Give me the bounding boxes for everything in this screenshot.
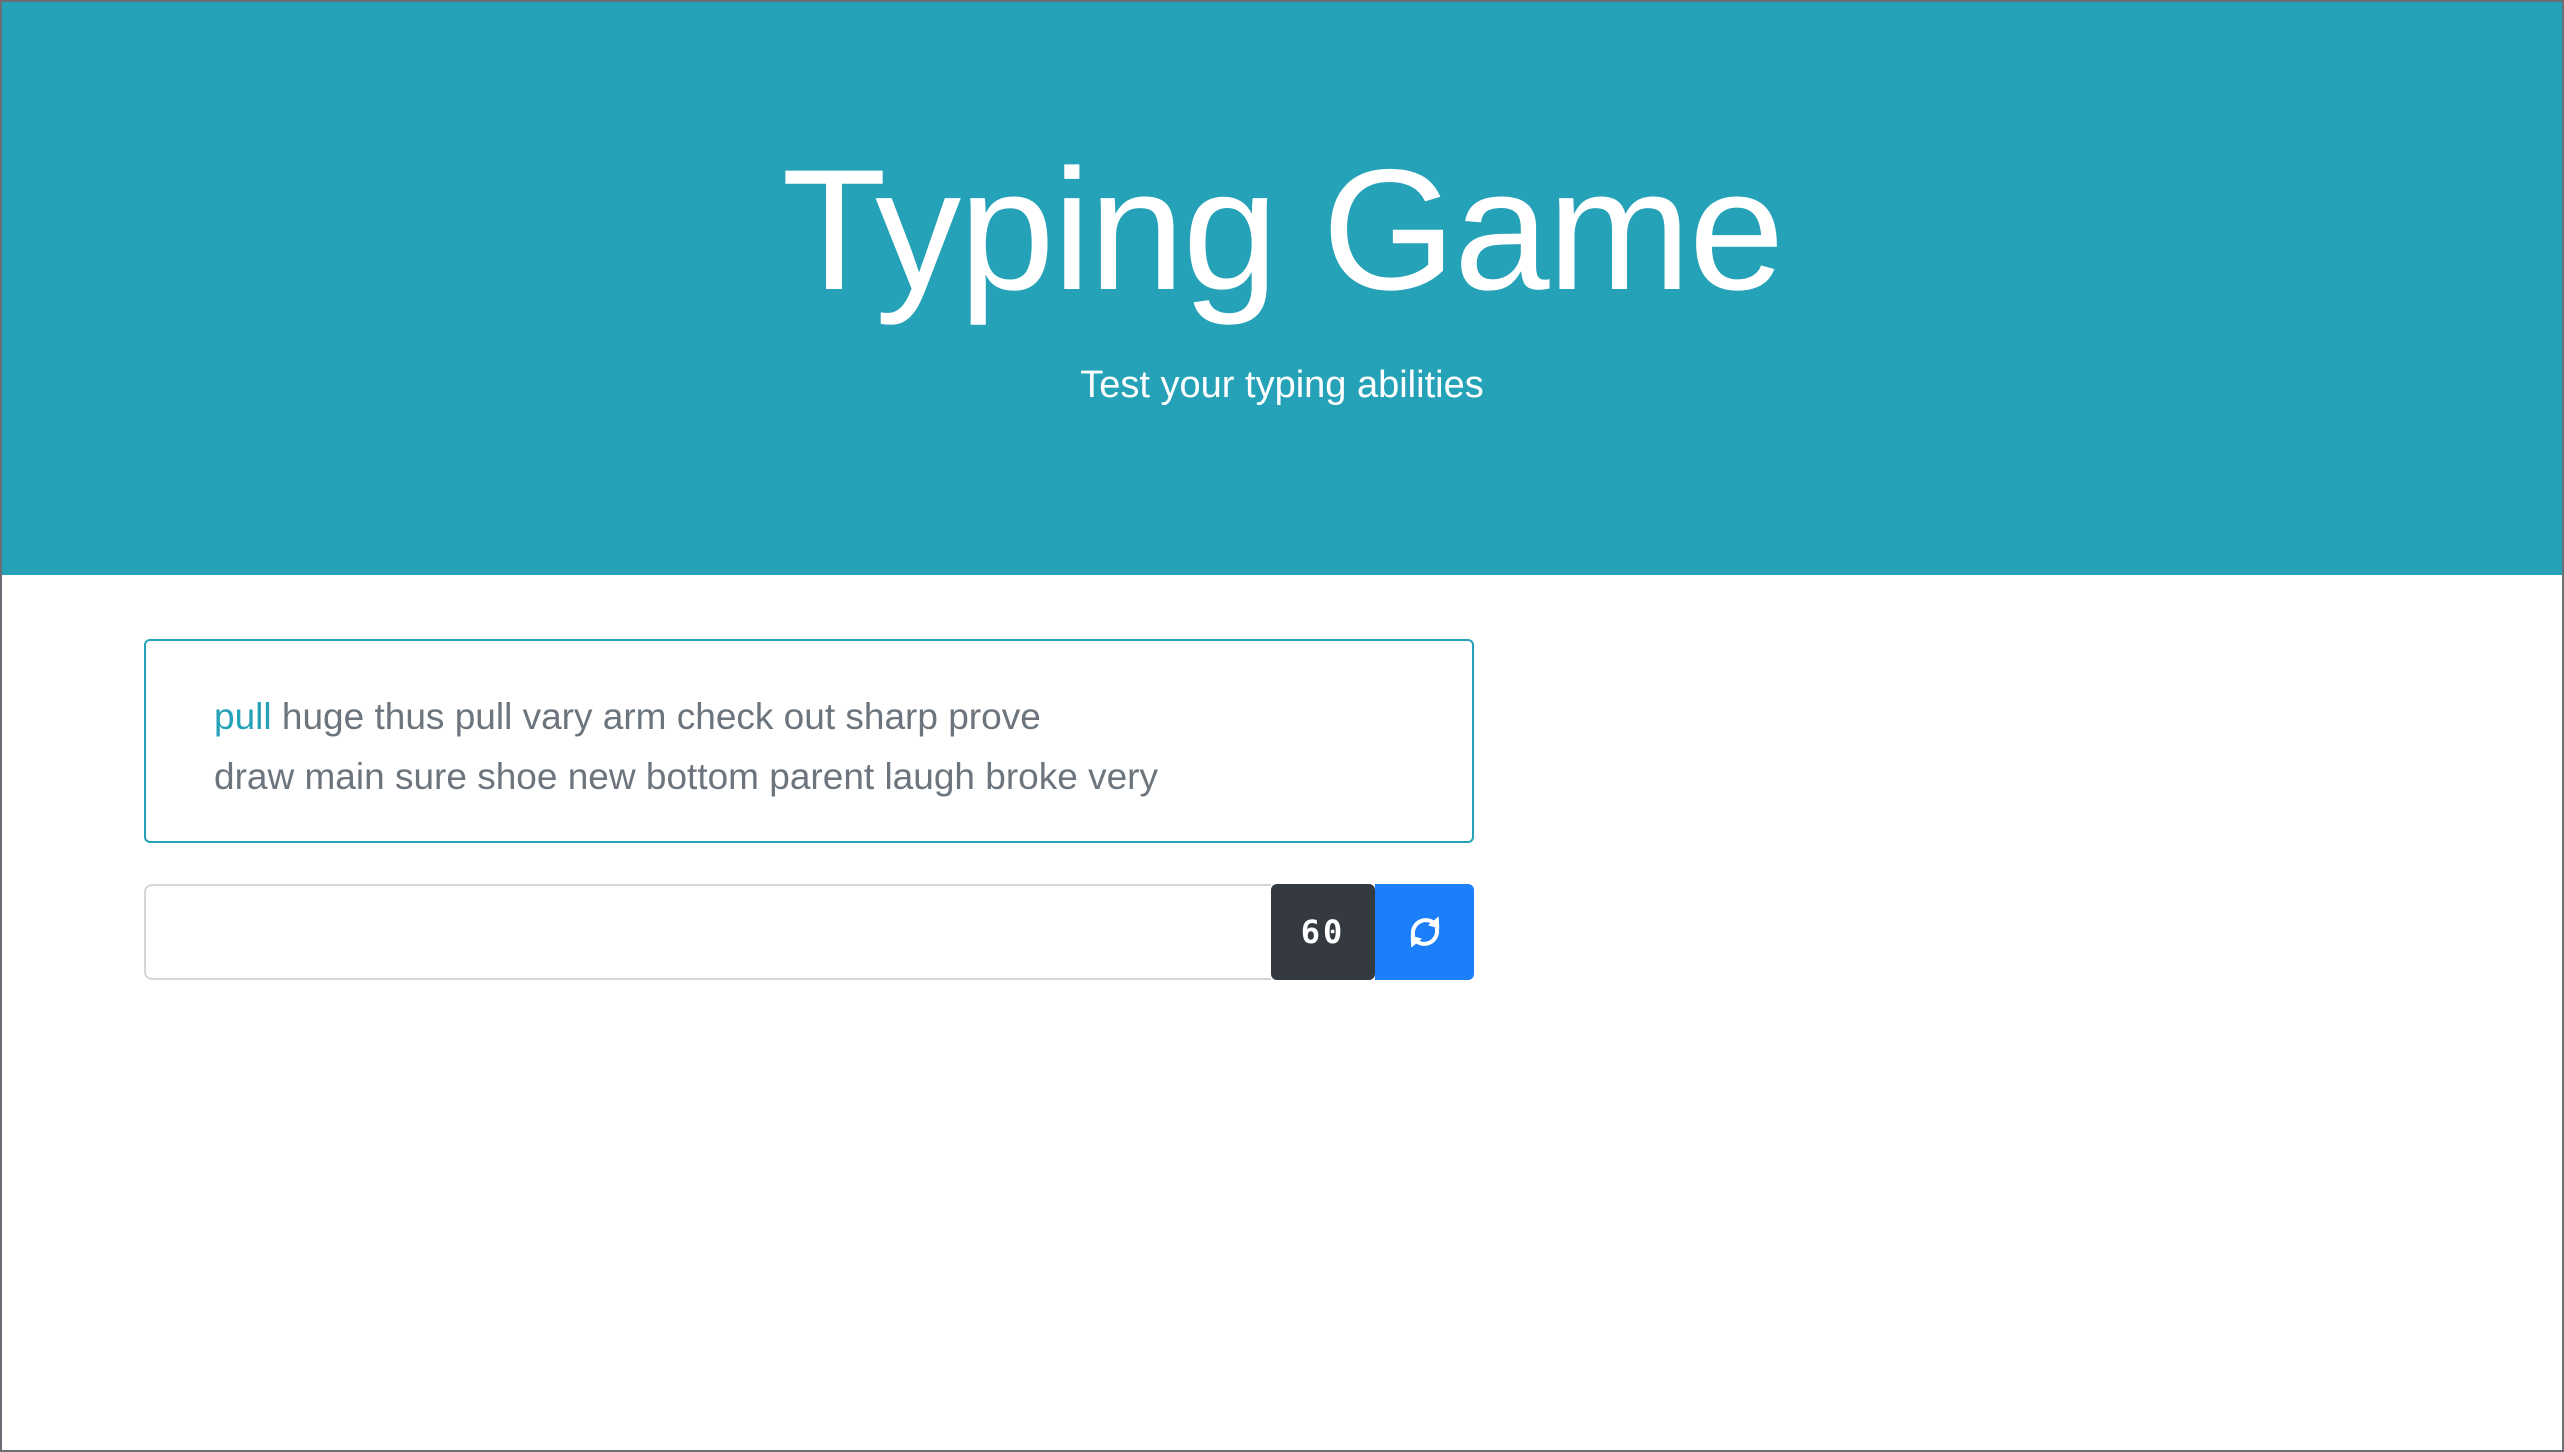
header-banner: Typing Game Test your typing abilities [2,2,2562,575]
page-subtitle: Test your typing abilities [1080,364,1484,406]
word-display: pull huge thus pull vary arm check out s… [144,639,1474,843]
upcoming-words: huge thus pull vary arm check out sharp … [271,696,1041,737]
timer-display: 60 [1271,884,1375,980]
typing-input[interactable] [144,884,1271,980]
current-word: pull [214,696,272,737]
word-line-2: draw main sure shoe new bottom parent la… [214,756,1159,797]
typing-controls: 60 [144,884,1474,980]
app-window: Typing Game Test your typing abilities p… [0,0,2564,1452]
refresh-icon [1410,916,1439,948]
restart-button[interactable] [1375,884,1474,980]
word-line-1: pull huge thus pull vary arm check out s… [214,687,1404,747]
page-title: Typing Game [781,134,1785,326]
